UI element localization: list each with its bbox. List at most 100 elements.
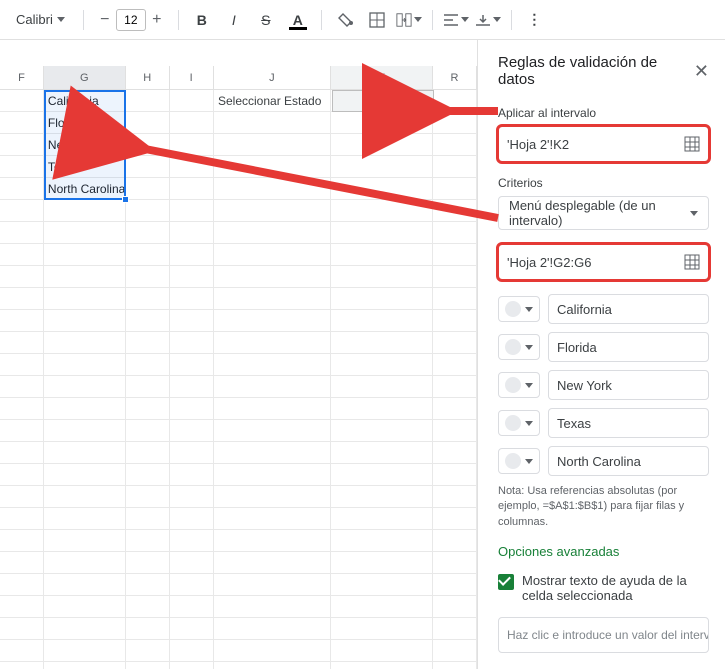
cell[interactable] [433, 398, 477, 420]
cell[interactable] [433, 156, 477, 178]
cell[interactable] [170, 640, 214, 662]
cell[interactable] [214, 332, 332, 354]
cell[interactable] [170, 112, 214, 134]
cell[interactable] [0, 332, 44, 354]
cell[interactable] [44, 222, 126, 244]
cell[interactable] [214, 112, 332, 134]
italic-button[interactable]: I [221, 7, 247, 33]
cell[interactable] [44, 486, 126, 508]
cell[interactable] [0, 398, 44, 420]
cell[interactable] [0, 486, 44, 508]
cell[interactable] [170, 200, 214, 222]
cell[interactable] [0, 662, 44, 669]
cell[interactable] [331, 112, 433, 134]
cell[interactable] [331, 508, 433, 530]
cell[interactable] [126, 200, 170, 222]
cell[interactable] [126, 552, 170, 574]
cell[interactable] [126, 112, 170, 134]
cell[interactable] [214, 222, 332, 244]
cell[interactable] [0, 266, 44, 288]
cell[interactable] [331, 420, 433, 442]
cell[interactable] [170, 354, 214, 376]
grid-body[interactable]: California Florida New York [0, 90, 477, 669]
cell[interactable] [214, 134, 332, 156]
cell[interactable] [331, 310, 433, 332]
cell[interactable] [433, 310, 477, 332]
cell[interactable] [331, 442, 433, 464]
cell[interactable] [214, 244, 332, 266]
cell[interactable] [170, 222, 214, 244]
cell[interactable] [170, 596, 214, 618]
cell[interactable] [0, 508, 44, 530]
cell[interactable] [331, 266, 433, 288]
cell[interactable] [0, 574, 44, 596]
cell[interactable] [126, 508, 170, 530]
cell[interactable] [214, 530, 332, 552]
cell[interactable] [126, 486, 170, 508]
cell[interactable] [44, 442, 126, 464]
cell[interactable] [331, 288, 433, 310]
cell[interactable] [44, 640, 126, 662]
cell[interactable] [214, 310, 332, 332]
cell[interactable] [126, 442, 170, 464]
cell[interactable] [126, 310, 170, 332]
cell[interactable] [44, 266, 126, 288]
col-header-K[interactable]: K [331, 66, 433, 89]
cell[interactable] [0, 376, 44, 398]
merge-cells-button[interactable] [396, 7, 422, 33]
cell[interactable] [214, 486, 332, 508]
cell[interactable] [433, 442, 477, 464]
cell[interactable] [331, 156, 433, 178]
cell[interactable] [170, 244, 214, 266]
font-size-input[interactable] [116, 9, 146, 31]
cell[interactable] [126, 618, 170, 640]
cell[interactable] [331, 530, 433, 552]
col-header-R[interactable]: R [433, 66, 477, 89]
cell[interactable] [126, 288, 170, 310]
cell[interactable] [0, 90, 44, 112]
cell[interactable] [126, 244, 170, 266]
cell[interactable] [0, 244, 44, 266]
cell[interactable] [170, 442, 214, 464]
cell[interactable] [170, 486, 214, 508]
cell[interactable] [433, 662, 477, 669]
cell[interactable] [126, 662, 170, 669]
help-text-input[interactable]: Haz clic e introduce un valor del interv… [498, 617, 709, 653]
cell[interactable] [170, 266, 214, 288]
apply-range-input[interactable]: 'Hoja 2'!K2 [498, 126, 709, 162]
cell[interactable] [433, 574, 477, 596]
fill-color-button[interactable] [332, 7, 358, 33]
cell[interactable] [44, 310, 126, 332]
cell[interactable] [0, 442, 44, 464]
increase-font-button[interactable]: + [146, 8, 168, 32]
cell[interactable] [433, 90, 477, 112]
cell[interactable] [331, 200, 433, 222]
more-options-button[interactable]: ⋮ [522, 7, 548, 33]
cell[interactable] [214, 596, 332, 618]
cell-G6[interactable]: North Carolina [44, 178, 126, 200]
cell[interactable] [433, 112, 477, 134]
cell[interactable] [433, 222, 477, 244]
cell[interactable] [331, 464, 433, 486]
cell[interactable] [170, 662, 214, 669]
cell[interactable] [331, 376, 433, 398]
cell[interactable] [433, 552, 477, 574]
cell[interactable] [0, 354, 44, 376]
cell[interactable] [170, 398, 214, 420]
cell[interactable] [44, 574, 126, 596]
cell[interactable] [0, 288, 44, 310]
checkbox-checked-icon[interactable] [498, 574, 514, 590]
cell[interactable] [44, 420, 126, 442]
cell[interactable] [0, 618, 44, 640]
cell[interactable] [44, 244, 126, 266]
cell[interactable] [0, 552, 44, 574]
cell[interactable] [126, 398, 170, 420]
advanced-options-link[interactable]: Opciones avanzadas [498, 544, 709, 559]
cell[interactable] [170, 134, 214, 156]
cell[interactable] [126, 332, 170, 354]
cell[interactable] [44, 200, 126, 222]
cell[interactable] [170, 288, 214, 310]
cell[interactable] [0, 530, 44, 552]
cell-G2[interactable]: California [44, 90, 126, 112]
cell[interactable] [214, 442, 332, 464]
